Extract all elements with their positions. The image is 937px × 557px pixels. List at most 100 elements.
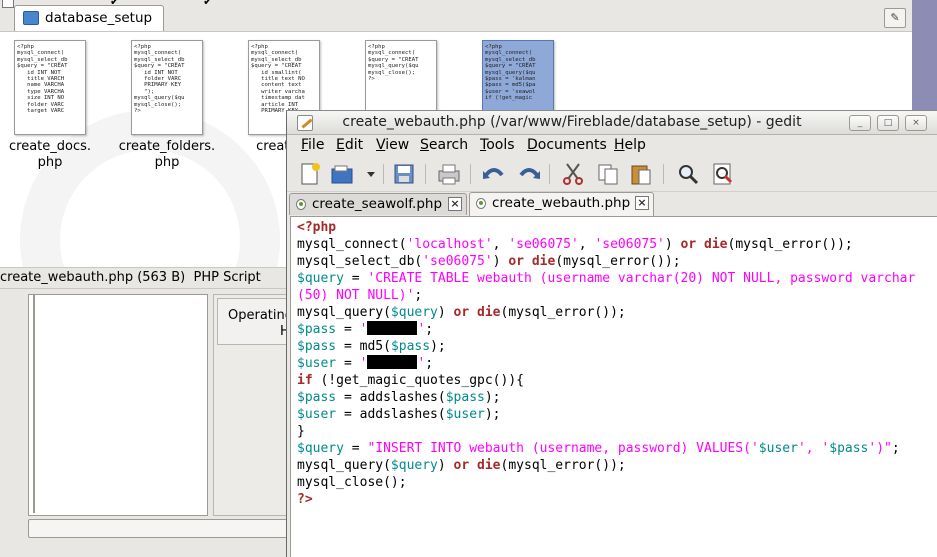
tab-label: create_webauth.php: [492, 195, 631, 211]
location-tab-label: database_setup: [45, 10, 153, 26]
code-line: $pass = addslashes($pass);: [297, 389, 915, 406]
code-token: $pass: [297, 390, 337, 405]
code-line: $user = ' ';: [297, 355, 915, 372]
code-token: );: [484, 390, 501, 405]
menu-documents[interactable]: Documents: [527, 137, 607, 153]
code-line: mysql_select_db('se06075') or die(mysql_…: [297, 253, 915, 270]
code-token: $pass: [297, 339, 337, 354]
code-token: mysql_query(: [297, 458, 391, 473]
code-token: or: [453, 305, 470, 320]
paste-icon[interactable]: [628, 161, 654, 187]
code-line: mysql_close();: [297, 474, 915, 491]
code-token: ;: [425, 356, 434, 371]
code-line: mysql_query($query) or die(mysql_error()…: [297, 457, 915, 474]
code-line: (50) NOT NULL)';: [297, 287, 915, 304]
find-icon[interactable]: [675, 161, 701, 187]
code-token: ): [492, 254, 509, 269]
minimize-button[interactable]: _: [849, 115, 871, 131]
code-token: = md5(: [336, 339, 391, 354]
gedit-window: create_webauth.php (/var/www/Fireblade/d…: [286, 110, 937, 557]
file-preview-thumbnail: <?php mysql_connect(mysql_select_db $query…: [131, 40, 203, 135]
document-icon: [296, 199, 306, 210]
document-tabs: create_seawolf.php × create_webauth.php …: [287, 192, 937, 216]
cut-icon[interactable]: [560, 161, 586, 187]
menu-view[interactable]: View: [376, 137, 409, 153]
code-token: ', ': [797, 441, 830, 456]
code-token: 'localhost': [406, 237, 493, 252]
copy-icon[interactable]: [595, 161, 621, 187]
toolbar-checkbox[interactable]: [2, 0, 14, 8]
code-line: <?php: [297, 219, 915, 236]
code-token: "INSERT INTO webauth (username, password…: [367, 441, 759, 456]
tab-create-seawolf[interactable]: create_seawolf.php ×: [289, 193, 467, 215]
code-token: die: [477, 458, 501, 473]
file-icon-create-folders[interactable]: <?php mysql_connect(mysql_select_db $query…: [117, 40, 235, 180]
preview-line: ?>: [368, 76, 375, 83]
folder-icon: [23, 11, 39, 25]
code-token: 'CREATE TABLE webauth (username varchar(…: [367, 271, 916, 286]
print-icon[interactable]: [436, 161, 462, 187]
code-token: (!get_magic_quotes_gpc()){: [312, 373, 524, 388]
maximize-button[interactable]: □: [877, 115, 899, 131]
code-line: mysql_query($query) or die(mysql_error()…: [297, 304, 915, 321]
code-token: =: [336, 322, 360, 337]
code-token: ?>: [297, 492, 313, 507]
code-token: or: [680, 237, 697, 252]
code-token: ,: [492, 237, 509, 252]
location-tab[interactable]: database_setup: [14, 5, 164, 31]
file-name: create_folders. php: [118, 139, 216, 170]
code-token: ;: [425, 322, 434, 337]
code-token: );: [484, 407, 501, 422]
tab-close-icon[interactable]: ×: [635, 196, 649, 210]
code-token: mysql_query(: [297, 305, 391, 320]
menu-edit[interactable]: Edit: [336, 137, 363, 153]
preview-line: if (!get_magic: [485, 95, 533, 102]
operating-field: Operating H: [217, 298, 290, 345]
code-editor[interactable]: <?php mysql_connect('localhost', 'se06075…: [290, 216, 937, 557]
toolbar: [287, 156, 937, 192]
code-token: $query: [390, 458, 438, 473]
code-token: $query: [297, 271, 344, 286]
title-bar[interactable]: create_webauth.php (/var/www/Fireblade/d…: [287, 111, 937, 135]
menu-help[interactable]: Help: [614, 137, 646, 153]
menu-tools[interactable]: Tools: [480, 137, 515, 153]
file-preview-thumbnail: <?php mysql_connect(mysql_select_db $query…: [14, 40, 86, 135]
tab-close-icon[interactable]: ×: [448, 197, 462, 211]
code-token: $user: [297, 356, 337, 371]
code-token: =: [343, 271, 368, 286]
menu-search[interactable]: Search: [420, 137, 468, 153]
code-token: = addslashes(: [336, 407, 446, 422]
toggle-location-button[interactable]: ✎: [884, 8, 906, 28]
close-button[interactable]: ×: [905, 115, 927, 131]
code-token: or: [508, 254, 524, 269]
file-icon-create-docs[interactable]: <?php mysql_connect(mysql_select_db $query…: [0, 40, 118, 180]
code-token: = addslashes(: [336, 390, 446, 405]
status-file-type: PHP Script: [193, 270, 261, 285]
code-line: $query = "INSERT INTO webauth (username,…: [297, 440, 915, 457]
code-line: $pass = ' ';: [297, 321, 915, 338]
code-token: (mysql_error());: [500, 458, 626, 473]
code-token: $pass: [829, 441, 869, 456]
code-token: $query: [390, 305, 438, 320]
code-token: die: [531, 254, 556, 269]
find-replace-icon[interactable]: [710, 161, 736, 187]
code-token: die: [477, 305, 501, 320]
new-document-icon[interactable]: [297, 161, 323, 187]
redo-icon[interactable]: [516, 161, 542, 187]
code-token: ): [664, 237, 681, 252]
code-token: die: [704, 237, 728, 252]
code-token: $pass: [297, 322, 337, 337]
code-token: <?php: [297, 220, 337, 235]
save-icon[interactable]: [391, 161, 417, 187]
code-token: =: [343, 441, 368, 456]
bottom-input-bar[interactable]: [28, 519, 290, 538]
menu-file[interactable]: File: [301, 137, 324, 153]
tab-create-webauth[interactable]: create_webauth.php ×: [469, 192, 654, 216]
undo-icon[interactable]: [481, 161, 507, 187]
open-dropdown-icon[interactable]: [365, 161, 377, 187]
open-icon[interactable]: [329, 161, 355, 187]
code-token: (mysql_error());: [500, 305, 626, 320]
